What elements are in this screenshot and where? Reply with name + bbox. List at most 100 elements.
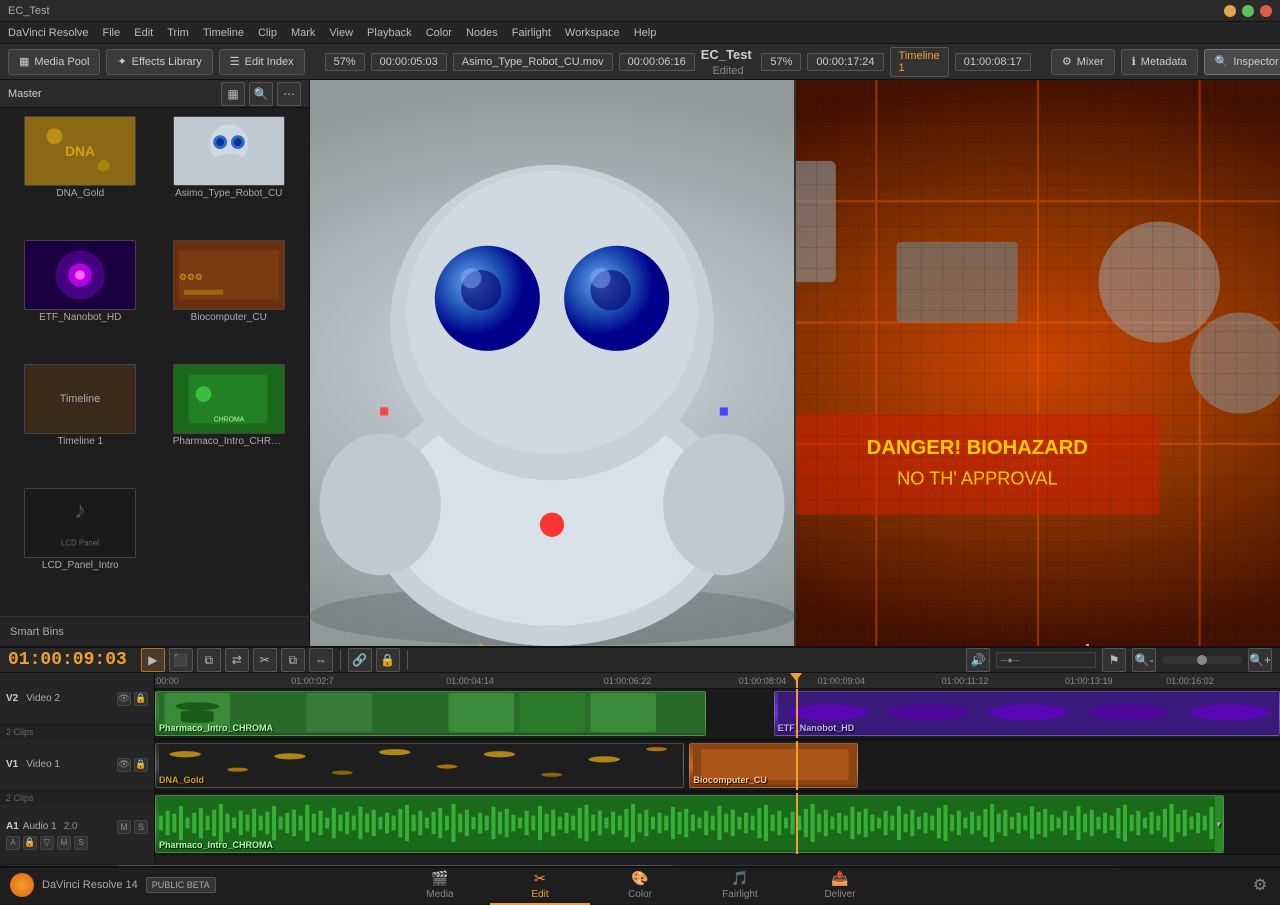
nav-deliver[interactable]: 📤 Deliver [790,867,890,905]
media-pool-button[interactable]: ▦ Media Pool [8,49,100,75]
audio-track-a1: Pharmaco_Intro_CHROMA ▼ [155,793,1280,855]
nav-fairlight[interactable]: 🎵 Fairlight [690,867,790,905]
nav-label-deliver: Deliver [824,889,855,900]
panel-search[interactable]: 🔍 [249,82,273,106]
clip-dna-v1[interactable]: DNA_Gold [155,743,684,788]
menu-clip[interactable]: Clip [258,27,277,39]
media-label-bio: Biocomputer_CU [191,312,267,323]
effects-library-button[interactable]: ✦ Effects Library [106,49,212,75]
menu-file[interactable]: File [103,27,121,39]
bottom-right: ⚙ [1240,866,1280,904]
media-label-dna-gold: DNA_Gold [56,188,104,199]
edit-nav-icon: ✂ [534,870,546,887]
a1-auto[interactable]: A [6,836,20,850]
track-headers: V2 Video 2 👁 🔒 2 Clips V1 Video 1 👁 🔒 2 … [0,673,155,865]
a1-solo[interactable]: S [134,820,148,834]
menu-mark[interactable]: Mark [291,27,315,39]
media-item-dna-gold[interactable]: DNA DNA_Gold [8,116,153,236]
title-bar: EC_Test [0,0,1280,22]
blade-tool[interactable]: ⬛ [169,648,193,672]
clip-end-handle[interactable]: ▼ [1215,796,1223,852]
audio-mute[interactable]: 🔊 [966,648,990,672]
menu-fairlight[interactable]: Fairlight [512,27,551,39]
panel-view-toggle[interactable]: ▦ [221,82,245,106]
smart-bins[interactable]: Smart Bins [0,616,309,646]
nav-edit[interactable]: ✂ Edit [490,867,590,905]
clip-audio-a1[interactable]: Pharmaco_Intro_CHROMA ▼ [155,795,1224,853]
flag-btn[interactable]: ⚑ [1102,648,1126,672]
v1-lock[interactable]: 🔒 [134,758,148,772]
nav-label-color: Color [628,889,652,900]
v2-visible[interactable]: 👁 [117,692,131,706]
clip-pharmaco-v2[interactable]: Pharmaco_Intro_CHROMA [155,691,706,736]
a1-m-btn[interactable]: M [57,836,71,850]
media-item-etf[interactable]: ETF_Nanobot_HD [8,240,153,360]
zoom-in[interactable]: 🔍+ [1248,648,1272,672]
clip-etf-v2[interactable]: ETF_Nanobot_HD [774,691,1280,736]
razor-tool[interactable]: ✂ [253,648,277,672]
menu-trim[interactable]: Trim [167,27,189,39]
media-item-robot[interactable]: Asimo_Type_Robot_CU [157,116,302,236]
maximize-button[interactable] [1242,5,1254,17]
media-thumb-bio: ⚙⚙⚙ [173,240,285,310]
inspector-button[interactable]: 🔍 Inspector [1204,49,1280,75]
media-item-timeline1[interactable]: Timeline Timeline 1 [8,364,153,484]
metadata-button[interactable]: ℹ Metadata [1121,49,1198,75]
a1-s-btn[interactable]: S [74,836,88,850]
menu-edit[interactable]: Edit [134,27,153,39]
menu-help[interactable]: Help [634,27,657,39]
settings-button[interactable]: ⚙ [1250,875,1270,895]
timeline-select[interactable]: Timeline 1 [890,47,949,77]
menu-davinci[interactable]: DaVinci Resolve [8,27,89,39]
clip-bio-v1[interactable]: Biocomputer_CU [689,743,858,788]
source-duration: 00:00:06:16 [619,53,695,71]
menu-playback[interactable]: Playback [367,27,412,39]
slip-tool[interactable]: ⧉ [281,648,305,672]
link-btn[interactable]: 🔗 [348,648,372,672]
menu-workspace[interactable]: Workspace [565,27,620,39]
nav-media[interactable]: 🎬 Media [390,867,490,905]
close-button[interactable] [1260,5,1272,17]
menu-timeline[interactable]: Timeline [203,27,244,39]
media-label-etf: ETF_Nanobot_HD [39,312,121,323]
media-item-pharmaco[interactable]: CHROMA Pharmaco_Intro_CHROMA [157,364,302,484]
mixer-button[interactable]: ⚙ Mixer [1051,49,1115,75]
a1-mute[interactable]: M [117,820,131,834]
dynamic-trim[interactable]: ⇄ [225,648,249,672]
playhead-head [790,673,802,681]
source-clip-name: Asimo_Type_Robot_CU.mov [453,53,613,71]
current-timecode: 01:00:09:03 [8,650,127,670]
timeline-toolbar: 01:00:09:03 ▶ ⬛ ⧉ ⇄ ✂ ⧉ ⇔ 🔗 🔒 🔊 ─●─ ⚑ 🔍-… [0,648,1280,673]
panel-options[interactable]: ⋯ [277,82,301,106]
a1-lock[interactable]: 🔒 [23,836,37,850]
trim-tool[interactable]: ⧉ [197,648,221,672]
slide-tool[interactable]: ⇔ [309,648,333,672]
audio-slider[interactable]: ─●─ [996,652,1096,668]
menu-nodes[interactable]: Nodes [466,27,498,39]
minimize-button[interactable] [1224,5,1236,17]
source-zoom[interactable]: 57% [325,53,365,71]
source-monitor: ⊞ ◁ ▷ ⏮ ⏪ ■ ▶ ⏩ ↺ [310,80,796,646]
clip-label-etf-v2: ETF_Nanobot_HD [778,723,855,733]
zoom-slider[interactable] [1162,656,1242,664]
inspector-icon: 🔍 [1215,55,1229,68]
media-item-bio[interactable]: ⚙⚙⚙ Biocomputer_CU [157,240,302,360]
menu-color[interactable]: Color [426,27,452,39]
v1-visible[interactable]: 👁 [117,758,131,772]
app-title: EC_Test [8,5,50,17]
menu-view[interactable]: View [329,27,353,39]
track-label-a1: A1 [6,821,19,832]
edit-index-button[interactable]: ☰ Edit Index [219,49,305,75]
zoom-out[interactable]: 🔍- [1132,648,1156,672]
nav-color[interactable]: 🎨 Color [590,867,690,905]
program-zoom[interactable]: 57% [761,53,801,71]
track-name-a1: Audio 1 [23,821,57,832]
v2-lock[interactable]: 🔒 [134,692,148,706]
media-item-lcd[interactable]: ♪ LCD Panel LCD_Panel_Intro [8,488,153,608]
a1-expand[interactable]: ▽ [40,836,54,850]
select-tool[interactable]: ▶ [141,648,165,672]
lock-btn[interactable]: 🔒 [376,648,400,672]
window-controls[interactable] [1224,5,1272,17]
left-panel: Master ▦ 🔍 ⋯ DNA DNA_Gold [0,80,310,646]
preview-screens: ⊞ ◁ ▷ ⏮ ⏪ ■ ▶ ⏩ ↺ [310,80,1280,646]
